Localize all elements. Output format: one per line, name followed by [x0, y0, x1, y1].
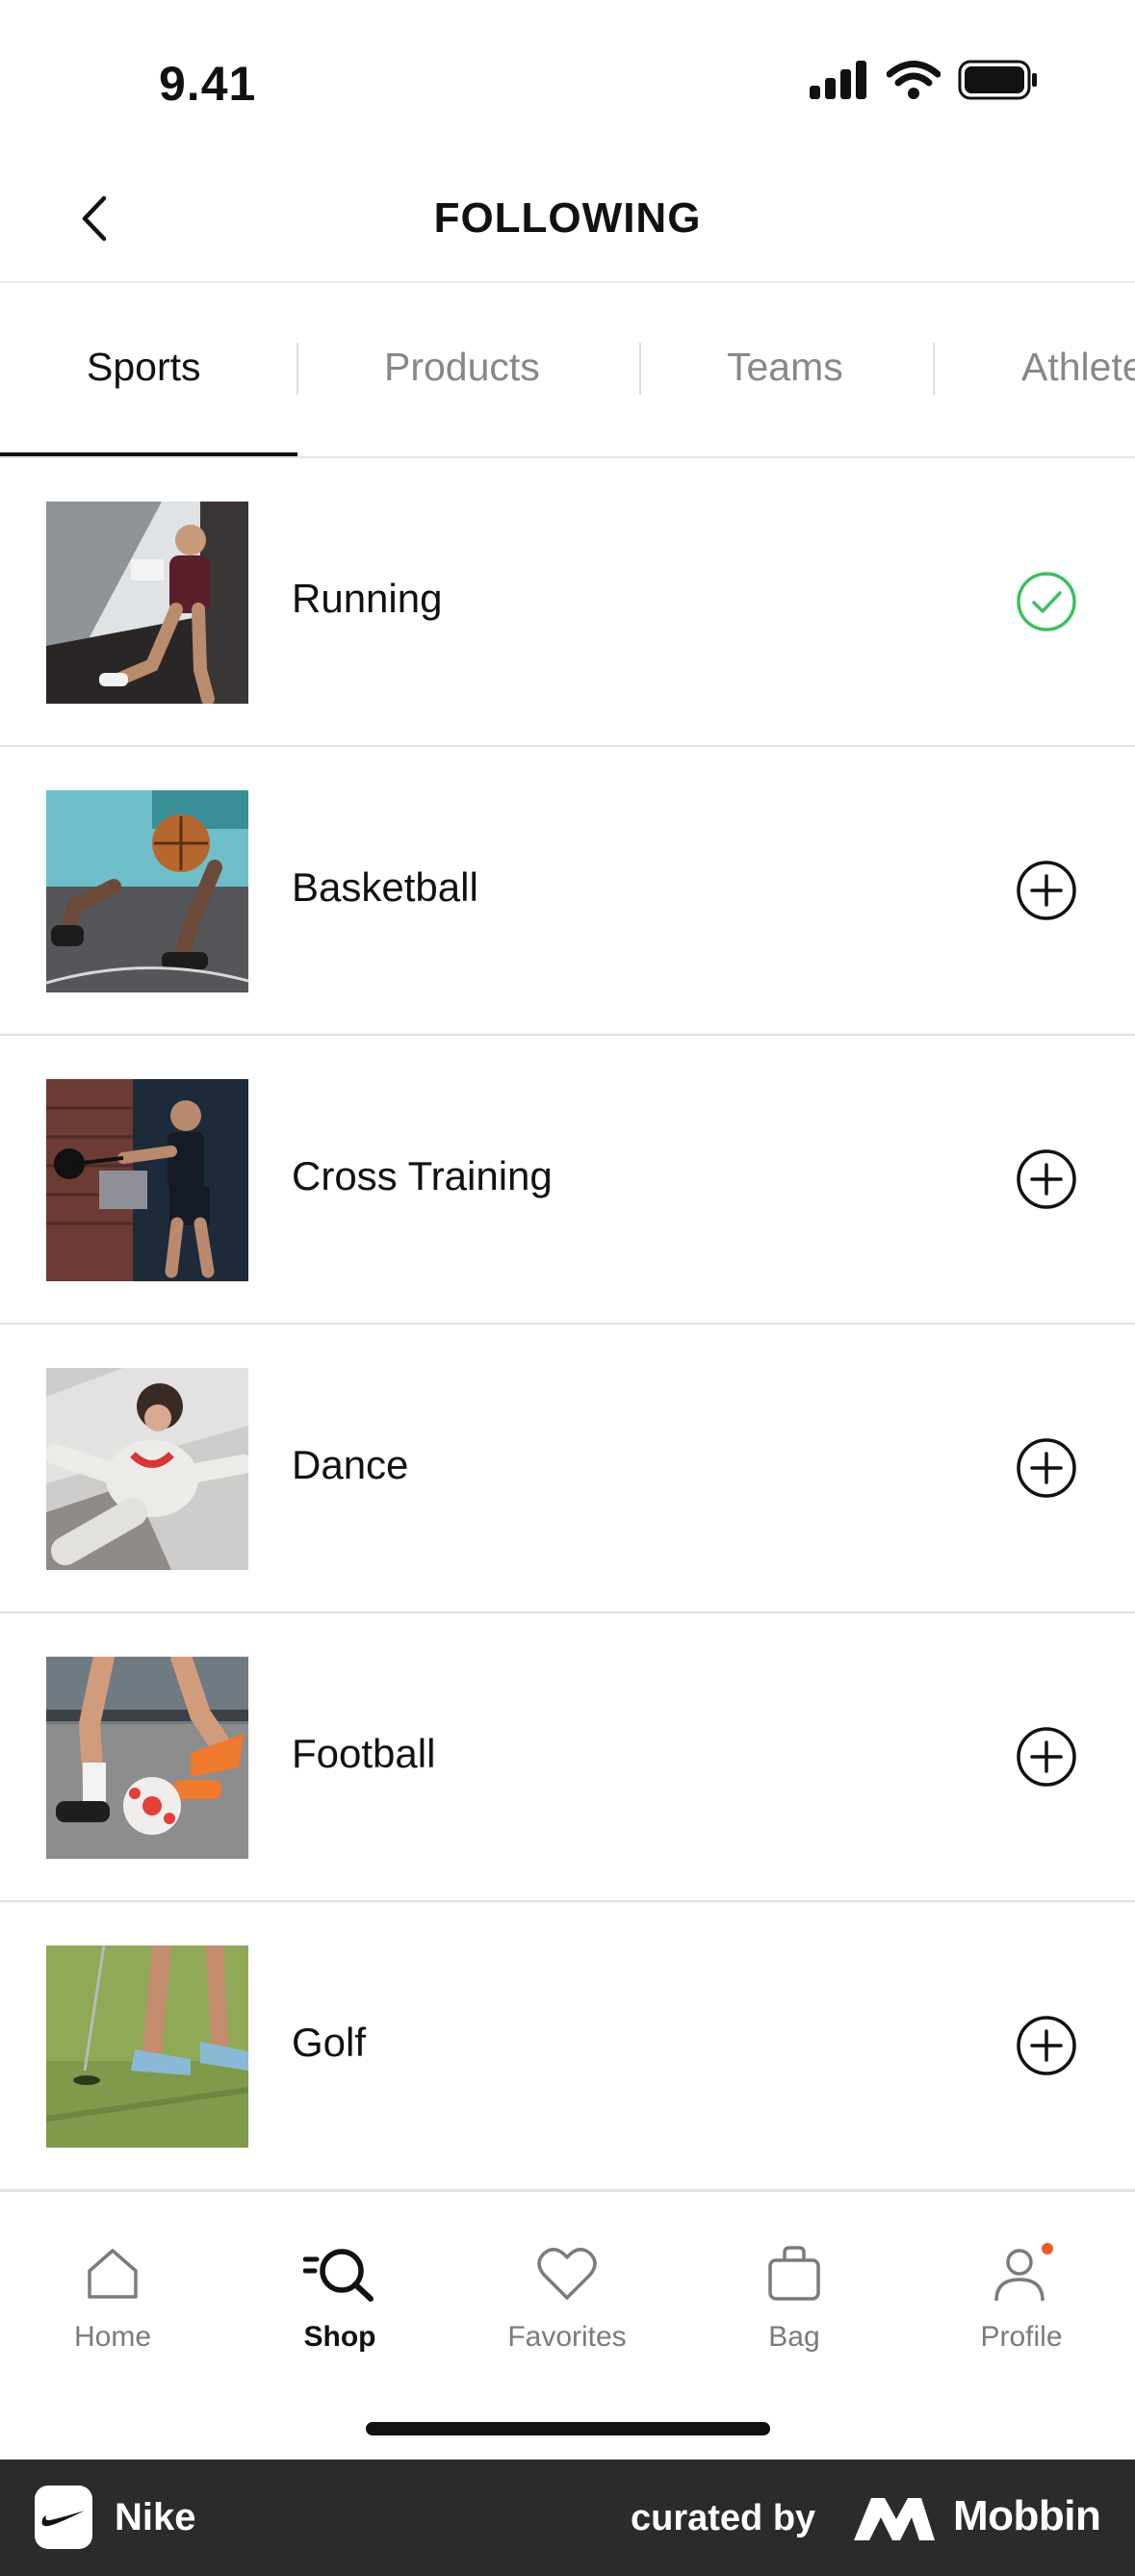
follow-toggle-button[interactable] [1015, 1725, 1078, 1789]
plus-circle-icon [1017, 1149, 1076, 1209]
plus-circle-icon [1017, 2016, 1076, 2075]
nav-favorites[interactable]: Favorites [471, 2240, 663, 2354]
item-label: Football [292, 1731, 436, 1776]
football-image [46, 1657, 248, 1859]
list-item-running[interactable]: Running [0, 458, 1135, 747]
footer-bar: Nike curated by Mobbin [0, 2460, 1135, 2576]
item-label: Dance [292, 1442, 409, 1487]
running-image [46, 502, 248, 704]
item-label: Cross Training [292, 1153, 553, 1198]
nike-logo-icon [35, 2486, 92, 2549]
app-name: Nike [115, 2496, 196, 2538]
sports-list: Running Basketball Cross Training Dance … [0, 458, 1135, 2191]
follow-toggle-button[interactable] [1015, 859, 1078, 922]
list-item-cross-training[interactable]: Cross Training [0, 1036, 1135, 1325]
nav-label: Bag [768, 2321, 820, 2353]
active-tab-indicator [0, 452, 297, 456]
tab-divider [297, 343, 298, 395]
basketball-image [46, 790, 248, 992]
golf-image [46, 1945, 248, 2148]
nav-bag[interactable]: Bag [698, 2240, 890, 2354]
nav-profile[interactable]: Profile [925, 2240, 1118, 2354]
list-item-golf[interactable]: Golf [0, 1902, 1135, 2191]
tab-teams[interactable]: Teams [727, 345, 843, 390]
nav-label: Home [73, 2321, 152, 2353]
follow-toggle-button[interactable] [1015, 2014, 1078, 2077]
plus-circle-icon [1017, 861, 1076, 920]
nav-label: Profile [980, 2321, 1063, 2353]
status-bar: 9.41 [0, 0, 1135, 154]
plus-circle-icon [1017, 1727, 1076, 1787]
tab-divider [639, 343, 641, 395]
list-item-basketball[interactable]: Basketball [0, 747, 1135, 1036]
heart-icon [537, 2248, 597, 2300]
mobbin-logo-icon [854, 2498, 935, 2540]
item-label: Golf [292, 2020, 367, 2065]
wifi-icon [887, 61, 941, 99]
signal-icon [810, 61, 866, 99]
page-title: FOLLOWING [433, 194, 702, 242]
bottom-nav: Home Shop Favorites Bag Profile [0, 2190, 1135, 2460]
item-label: Basketball [292, 864, 478, 910]
nav-home[interactable]: Home [16, 2240, 209, 2354]
status-time: 9.41 [159, 57, 257, 111]
dance-image [46, 1368, 248, 1570]
battery-icon [958, 60, 1037, 100]
search-icon [303, 2249, 374, 2302]
tab-sports[interactable]: Sports [87, 345, 201, 390]
notification-badge [1042, 2243, 1053, 2254]
home-icon [88, 2249, 138, 2299]
tab-bar: Sports Products Teams Athlete [0, 285, 1135, 458]
follow-toggle-button[interactable] [1015, 1436, 1078, 1500]
header: FOLLOWING [0, 154, 1135, 283]
mobbin-brand: Mobbin [953, 2492, 1101, 2539]
profile-icon [994, 2243, 1053, 2302]
tab-products[interactable]: Products [384, 345, 540, 390]
check-circle-icon [1017, 572, 1076, 631]
status-icons [810, 60, 1039, 100]
curated-by-label: curated by [631, 2498, 816, 2538]
item-label: Running [292, 576, 443, 621]
follow-toggle-button[interactable] [1015, 570, 1078, 633]
nav-label: Shop [303, 2321, 376, 2353]
cross-training-image [46, 1079, 248, 1281]
follow-toggle-button[interactable] [1015, 1147, 1078, 1211]
plus-circle-icon [1017, 1438, 1076, 1498]
bag-icon [768, 2246, 820, 2301]
nav-shop[interactable]: Shop [244, 2240, 436, 2354]
home-indicator [366, 2422, 770, 2435]
tab-athletes[interactable]: Athlete [1021, 345, 1135, 390]
nav-label: Favorites [507, 2321, 627, 2353]
list-item-football[interactable]: Football [0, 1613, 1135, 1902]
list-item-dance[interactable]: Dance [0, 1325, 1135, 1613]
tab-divider [933, 343, 935, 395]
